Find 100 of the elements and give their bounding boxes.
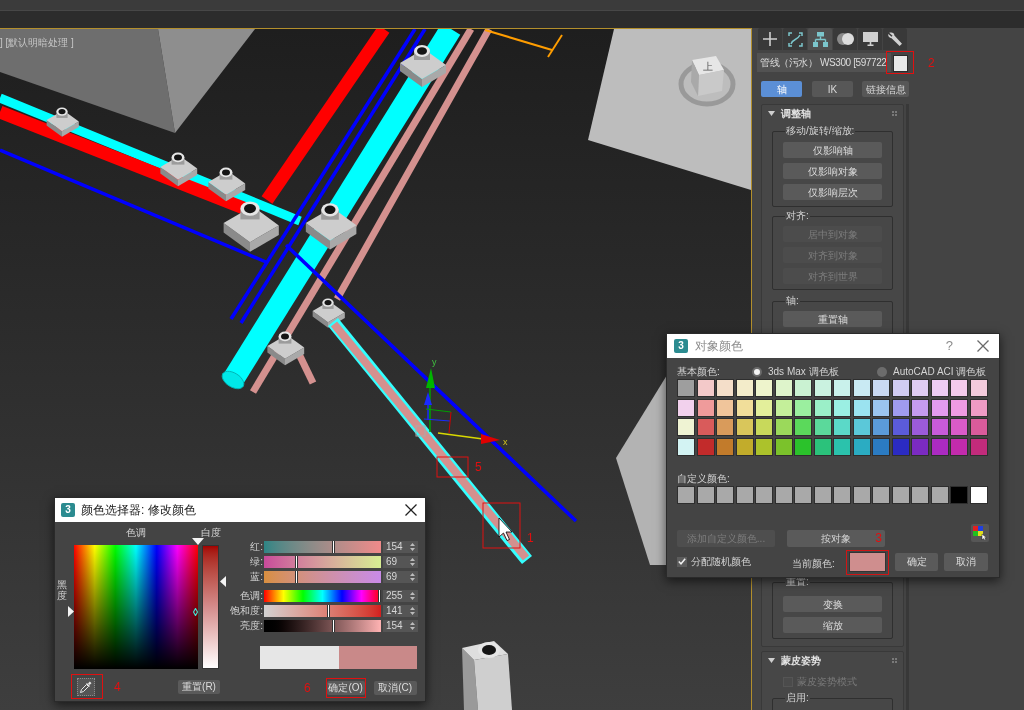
number-field[interactable]: 154 [383, 620, 418, 632]
color-swatch[interactable] [774, 398, 793, 417]
color-swatch[interactable] [813, 379, 832, 397]
color-swatch[interactable] [696, 379, 715, 397]
color-swatch[interactable] [755, 398, 773, 417]
color-swatch[interactable] [677, 379, 695, 397]
dialog-button[interactable]: 取消 [944, 552, 988, 571]
color-swatch[interactable] [794, 437, 812, 456]
color-swatch[interactable] [950, 418, 968, 436]
color-swatch[interactable] [813, 437, 832, 456]
color-swatch[interactable] [794, 398, 812, 417]
color-swatch[interactable] [950, 379, 968, 397]
color-swatch[interactable] [911, 418, 929, 436]
color-swatch[interactable] [969, 485, 988, 504]
color-swatch[interactable] [852, 418, 871, 436]
color-swatch[interactable] [774, 379, 793, 397]
color-swatch[interactable] [833, 437, 851, 456]
triangle-marker-icon[interactable] [192, 538, 204, 545]
viewport-label[interactable]: ] [默认明暗处理 ] [0, 37, 74, 49]
object-name-field[interactable]: 管线（污水） WS300 [597722 [757, 53, 891, 72]
color-swatch[interactable] [930, 437, 949, 456]
color-swatch[interactable] [794, 379, 812, 397]
slider-track[interactable] [264, 541, 381, 553]
number-field[interactable]: 141 [383, 605, 418, 617]
color-swatch[interactable] [872, 485, 890, 504]
color-swatch[interactable] [891, 437, 910, 456]
color-swatch[interactable] [813, 485, 832, 504]
color-swatch[interactable] [852, 485, 871, 504]
color-swatch[interactable] [677, 398, 695, 417]
slider-track[interactable] [264, 556, 381, 568]
color-swatch[interactable] [950, 437, 968, 456]
color-swatch[interactable] [950, 485, 968, 504]
color-swatch[interactable] [755, 485, 773, 504]
color-swatch[interactable] [911, 398, 929, 417]
panel-button[interactable]: 变换 [783, 596, 882, 612]
panel-button[interactable]: 仅影响轴 [783, 142, 882, 158]
color-swatch[interactable] [735, 379, 754, 397]
panel-tab[interactable] [883, 28, 907, 50]
color-swatch[interactable] [891, 418, 910, 436]
color-swatch[interactable] [774, 485, 793, 504]
color-swatch[interactable] [969, 379, 988, 397]
color-swatch[interactable] [872, 379, 890, 397]
color-swatch[interactable] [969, 398, 988, 417]
color-swatch[interactable] [735, 485, 754, 504]
color-swatch[interactable] [794, 485, 812, 504]
number-field[interactable]: 154 [383, 541, 418, 553]
spinner-arrows-icon[interactable] [410, 558, 415, 566]
spinner-arrows-icon[interactable] [410, 607, 415, 615]
radio-button[interactable] [877, 367, 887, 377]
color-swatch[interactable] [911, 379, 929, 397]
color-swatch[interactable] [716, 418, 734, 436]
color-swatch[interactable] [677, 485, 695, 504]
subpanel-tab[interactable]: IK [812, 81, 853, 97]
dialog-button[interactable]: 取消(C) [373, 681, 417, 695]
spinner-arrows-icon[interactable] [410, 573, 415, 581]
checkbox[interactable] [677, 556, 687, 567]
color-swatch[interactable] [735, 398, 754, 417]
color-swatch[interactable] [891, 398, 910, 417]
color-swatch[interactable] [833, 379, 851, 397]
subpanel-tab[interactable]: 轴 [761, 81, 802, 97]
triangle-marker-icon[interactable] [68, 606, 74, 617]
color-swatch[interactable] [950, 398, 968, 417]
panel-tab[interactable] [858, 28, 882, 50]
color-swatch[interactable] [696, 437, 715, 456]
color-swatch[interactable] [813, 398, 832, 417]
color-swatch[interactable] [833, 418, 851, 436]
color-swatch[interactable] [677, 418, 695, 436]
color-swatch[interactable] [774, 437, 793, 456]
color-swatch[interactable] [930, 418, 949, 436]
color-swatch[interactable] [930, 398, 949, 417]
hue-blackness-picker[interactable] [74, 545, 198, 669]
slider-thumb[interactable] [332, 620, 336, 632]
object-color-swatch[interactable] [893, 55, 908, 72]
transform-gizmo[interactable] [415, 368, 500, 444]
slider-track[interactable] [264, 590, 381, 602]
color-swatch[interactable] [891, 379, 910, 397]
color-swatch[interactable] [930, 485, 949, 504]
color-swatch[interactable] [716, 437, 734, 456]
triangle-marker-icon[interactable] [220, 575, 226, 587]
panel-tab[interactable] [833, 28, 857, 50]
color-swatch[interactable] [716, 379, 734, 397]
current-color-swatch[interactable] [849, 551, 886, 572]
color-swatch[interactable] [813, 418, 832, 436]
color-swatch[interactable] [716, 485, 734, 504]
panel-tab[interactable] [808, 28, 832, 50]
dialog-button[interactable]: 确定 [895, 552, 938, 571]
close-button[interactable] [405, 504, 417, 516]
color-swatch[interactable] [930, 379, 949, 397]
color-swatch[interactable] [755, 437, 773, 456]
number-field[interactable]: 69 [383, 571, 418, 583]
color-swatch[interactable] [696, 485, 715, 504]
panel-button[interactable]: 仅影响对象 [783, 163, 882, 179]
color-swatch[interactable] [755, 418, 773, 436]
color-swatch[interactable] [716, 398, 734, 417]
dialog-button[interactable]: 确定(O) [326, 681, 365, 695]
number-field[interactable]: 69 [383, 556, 418, 568]
color-swatch[interactable] [911, 437, 929, 456]
slider-thumb[interactable] [332, 541, 336, 553]
slider-thumb[interactable] [378, 590, 381, 602]
color-swatch[interactable] [774, 418, 793, 436]
